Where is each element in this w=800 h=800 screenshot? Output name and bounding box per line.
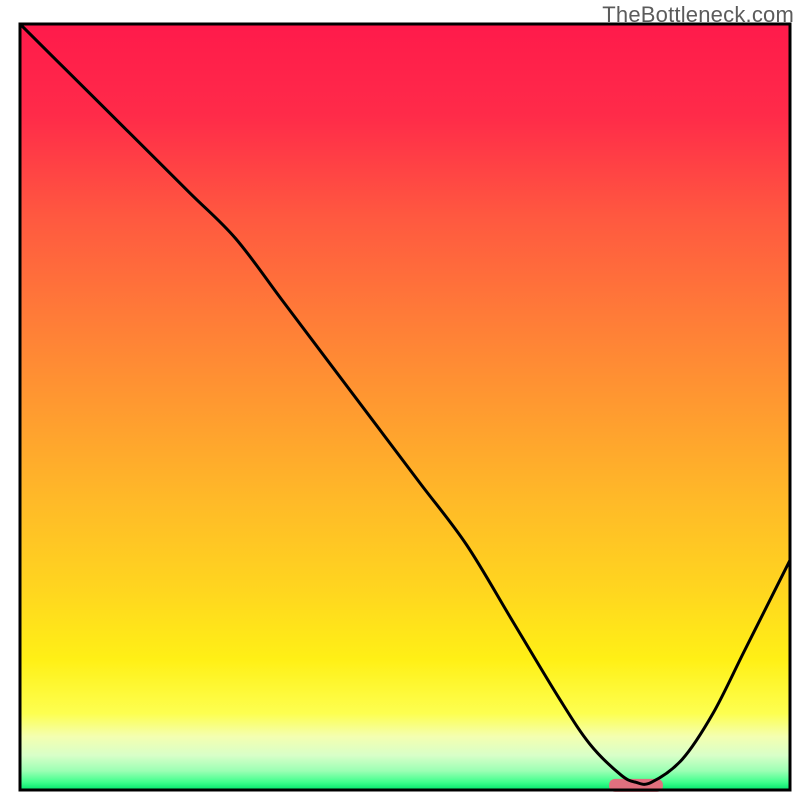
chart-svg (0, 0, 800, 800)
watermark-label: TheBottleneck.com (602, 2, 794, 28)
bottleneck-chart: TheBottleneck.com (0, 0, 800, 800)
